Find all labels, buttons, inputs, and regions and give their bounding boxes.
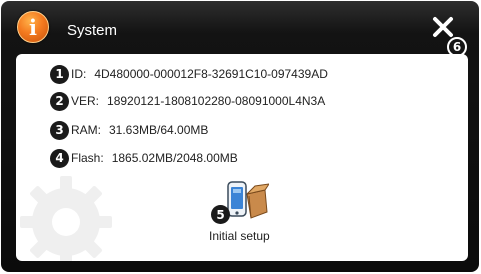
id-value: 4D480000-000012F8-32691C10-097439AD bbox=[94, 67, 328, 81]
row-badge: 4 bbox=[50, 148, 69, 168]
device-box-icon[interactable] bbox=[225, 178, 269, 222]
info-row-flash: 4 Flash: 1865.02MB/2048.00MB bbox=[50, 148, 238, 168]
info-row-ram: 3 RAM: 31.63MB/64.00MB bbox=[50, 120, 208, 140]
close-icon bbox=[433, 17, 453, 37]
flash-value: 1865.02MB/2048.00MB bbox=[111, 151, 238, 165]
gear-watermark-icon bbox=[20, 176, 112, 261]
initial-setup-label[interactable]: Initial setup bbox=[209, 229, 270, 243]
row-badge: 3 bbox=[50, 120, 69, 140]
ram-label: RAM: bbox=[71, 123, 101, 137]
info-row-id: 1 ID: 4D480000-000012F8-32691C10-097439A… bbox=[50, 64, 328, 84]
ver-value: 18920121-1808102280-08091000L4N3A bbox=[107, 94, 326, 108]
ver-label: VER: bbox=[71, 94, 100, 108]
title-bar: i System bbox=[1, 1, 479, 47]
setup-badge: 5 bbox=[211, 205, 230, 224]
ram-value: 31.63MB/64.00MB bbox=[109, 123, 209, 137]
id-label: ID: bbox=[71, 67, 87, 81]
row-badge: 1 bbox=[50, 64, 69, 84]
row-badge: 2 bbox=[50, 91, 69, 111]
info-icon: i bbox=[17, 11, 49, 43]
close-button[interactable] bbox=[429, 14, 457, 40]
info-row-ver: 2 VER: 18920121-1808102280-08091000L4N3A bbox=[50, 91, 325, 111]
window-title: System bbox=[67, 22, 118, 39]
flash-label: Flash: bbox=[71, 151, 104, 165]
